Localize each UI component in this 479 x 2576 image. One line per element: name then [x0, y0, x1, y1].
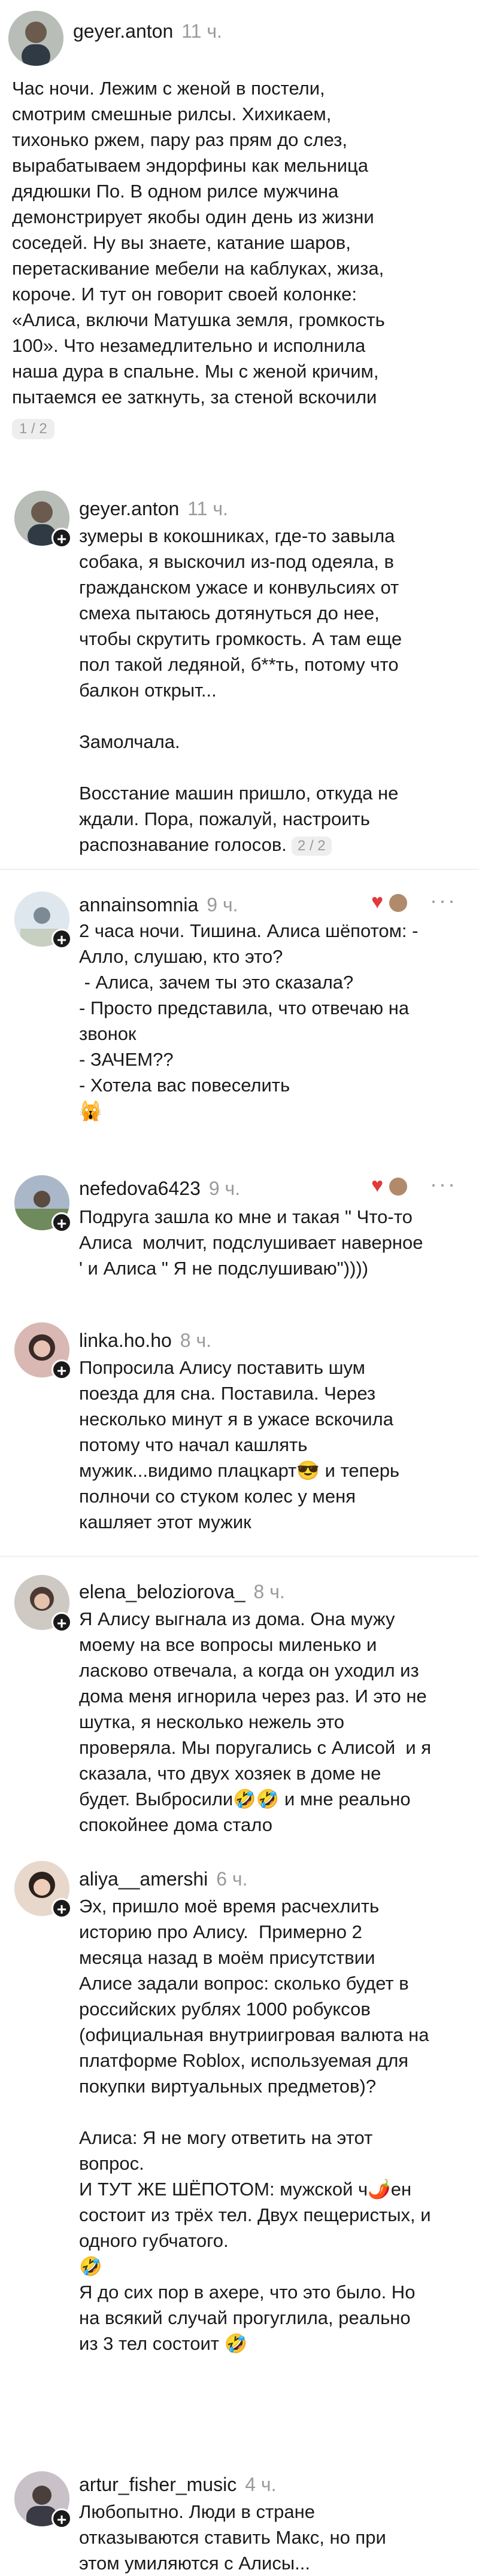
timestamp: 6 ч.	[216, 1868, 248, 1890]
comment-text: зумеры в кокошниках, где-то завыла собак…	[79, 523, 474, 857]
comment-header: linka.ho.ho 8 ч.	[79, 1330, 211, 1352]
comment-header: geyer.anton 11 ч.	[79, 498, 228, 520]
divider	[0, 869, 479, 870]
username[interactable]: geyer.anton	[73, 20, 173, 42]
username[interactable]: annainsomnia	[79, 894, 198, 916]
comment-text: Любопытно. Люди в стране отказываются ст…	[79, 2501, 386, 2574]
page-indicator: 2 / 2	[291, 836, 332, 856]
page-indicator: 1 / 2	[12, 419, 54, 439]
follow-plus-icon[interactable]: +	[51, 528, 72, 548]
timestamp: 8 ч.	[180, 1330, 212, 1351]
follow-plus-icon[interactable]: +	[51, 1212, 72, 1233]
comment-text: Попросила Алису поставить шум поезда для…	[79, 1357, 400, 1532]
comment-header: elena_beloziorova_ 8 ч.	[79, 1581, 285, 1603]
heart-icon[interactable]: ♥	[371, 1174, 383, 1197]
follow-plus-icon[interactable]: +	[51, 929, 72, 949]
author-avatar	[388, 893, 408, 913]
comment-header: annainsomnia 9 ч.	[79, 894, 238, 916]
follow-plus-icon[interactable]: +	[51, 1898, 72, 1918]
username[interactable]: aliya__amershi	[79, 1868, 208, 1890]
timestamp: 8 ч.	[253, 1581, 285, 1602]
follow-plus-icon[interactable]: +	[51, 2508, 72, 2529]
username[interactable]: linka.ho.ho	[79, 1330, 172, 1351]
comment-header: artur_fisher_music 4 ч.	[79, 2474, 276, 2496]
timestamp: 11 ч.	[187, 498, 228, 519]
heart-icon[interactable]: ♥	[371, 890, 383, 914]
comment-text: 2 часа ночи. Тишина. Алиса шёпотом: - Ал…	[79, 920, 419, 1121]
comment-text: Я Алису выгнала из дома. Она мужу моему …	[79, 1608, 432, 1835]
comment-header: nefedova6423 9 ч.	[79, 1178, 240, 1200]
timestamp: 9 ч.	[208, 1178, 241, 1199]
username[interactable]: elena_beloziorova_	[79, 1581, 245, 1602]
username[interactable]: nefedova6423	[79, 1178, 201, 1199]
avatar[interactable]	[8, 11, 63, 66]
comment-header: aliya__amershi 6 ч.	[79, 1868, 247, 1890]
comment-text: Эх, пришло моё время расчехлить историю …	[79, 1896, 431, 2354]
comment-text: Подруга зашла ко мне и такая " Что-то Ал…	[79, 1206, 423, 1279]
username[interactable]: artur_fisher_music	[79, 2474, 237, 2495]
timestamp: 9 ч.	[207, 894, 238, 916]
username[interactable]: geyer.anton	[79, 498, 179, 519]
comment-header: geyer.anton 11 ч.	[73, 20, 222, 42]
follow-plus-icon[interactable]: +	[51, 1360, 72, 1380]
comment-body: зумеры в кокошниках, где-то завыла собак…	[79, 525, 402, 855]
timestamp: 4 ч.	[245, 2474, 277, 2495]
more-dots-icon[interactable]: ···	[430, 888, 457, 913]
author-avatar	[388, 1176, 408, 1197]
comment-text: Час ночи. Лежим с женой в постели, смотр…	[12, 78, 385, 407]
follow-plus-icon[interactable]: +	[51, 1612, 72, 1632]
timestamp: 11 ч.	[181, 20, 222, 42]
more-dots-icon[interactable]: ···	[430, 1172, 457, 1197]
divider	[0, 1556, 479, 1557]
